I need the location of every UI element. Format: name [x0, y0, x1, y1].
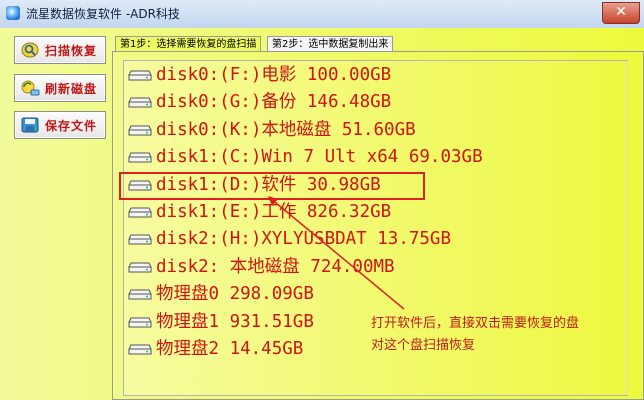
hard-drive-icon	[128, 125, 152, 136]
hard-drive-icon	[128, 234, 152, 245]
hard-drive-icon	[128, 317, 152, 328]
disk-label: 物理盘2 14.45GB	[156, 339, 304, 359]
disk-label: disk0:(K:)本地磁盘 51.60GB	[156, 119, 416, 140]
hard-drive-icon	[128, 344, 152, 355]
hard-drive-icon	[128, 97, 152, 108]
scan-icon	[21, 42, 39, 58]
tab-step2[interactable]: 第2步：选中数据复制出来	[267, 36, 394, 52]
save-file-button[interactable]: 保存文件	[14, 111, 106, 139]
scan-recover-label: 扫描恢复	[45, 44, 98, 58]
app-icon	[6, 6, 20, 20]
hard-drive-icon	[128, 262, 152, 273]
close-button[interactable]: ✕	[602, 2, 640, 24]
highlight-box	[119, 172, 425, 200]
save-file-icon	[21, 117, 39, 133]
annotation-line2: 对这个盘扫描恢复	[371, 338, 476, 353]
disk-label: 物理盘1 931.51GB	[156, 311, 314, 332]
refresh-disk-icon	[21, 80, 40, 96]
hard-drive-icon	[128, 289, 152, 300]
hard-drive-icon	[128, 152, 152, 163]
annotation-line1: 打开软件后，直接双击需要恢复的盘	[371, 316, 580, 331]
annotation-text: 打开软件后，直接双击需要恢复的盘 对这个盘扫描恢复	[371, 313, 631, 357]
disk-label: 物理盘0 298.09GB	[156, 284, 314, 305]
save-file-label: 保存文件	[45, 119, 98, 133]
disk-label: disk2: 本地磁盘 724.00MB	[156, 256, 395, 277]
scan-recover-button[interactable]: 扫描恢复	[14, 36, 106, 64]
disk-label: disk0:(G:)备份 146.48GB	[156, 92, 392, 113]
refresh-disk-button[interactable]: 刷新磁盘	[14, 74, 106, 102]
tab-step1[interactable]: 第1步：选择需要恢复的盘扫描	[115, 36, 262, 52]
hard-drive-icon	[128, 207, 152, 218]
disk-label: disk2:(H:)XYLYUSBDAT 13.75GB	[156, 229, 452, 250]
hard-drive-icon	[128, 70, 152, 81]
disk-label: disk1:(E:)工作 826.32GB	[156, 202, 392, 222]
window-title: 流星数据恢复软件 -ADR科技	[26, 7, 180, 21]
disk-label: disk0:(F:)电影 100.00GB	[156, 65, 392, 85]
disk-label: disk1:(C:)Win 7 Ult x64 69.03GB	[156, 147, 483, 168]
window-title-bar: 流星数据恢复软件 -ADR科技 ✕	[0, 0, 644, 29]
refresh-disk-label: 刷新磁盘	[45, 82, 98, 96]
